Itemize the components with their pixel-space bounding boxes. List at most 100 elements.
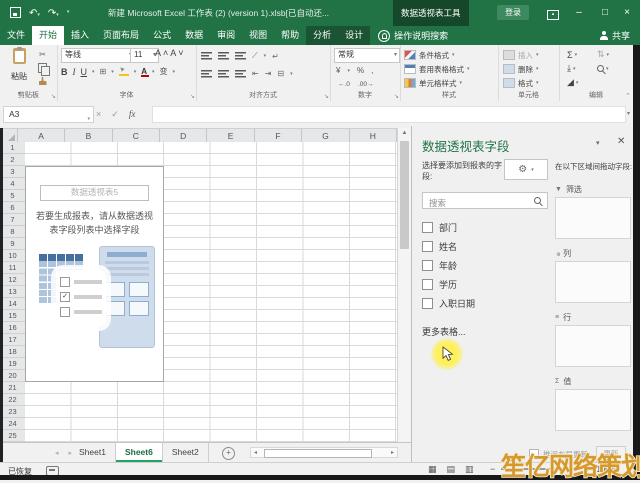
- scroll-up-icon[interactable]: ▲: [398, 128, 411, 139]
- field-checkbox[interactable]: [422, 241, 433, 252]
- expand-formula-bar-icon[interactable]: ▾: [627, 110, 630, 117]
- field-item-2[interactable]: 年龄: [422, 256, 475, 275]
- percent-style-icon[interactable]: %: [357, 66, 364, 75]
- alignment-dialog-launcher-icon[interactable]: ↘: [324, 93, 329, 100]
- column-header-B[interactable]: B: [65, 129, 112, 143]
- ribbon-display-options-button[interactable]: ▴: [540, 0, 566, 26]
- ribbon-tab-file[interactable]: 文件: [0, 26, 32, 45]
- row-header-23[interactable]: 23: [0, 406, 25, 418]
- row-header-15[interactable]: 15: [0, 310, 25, 322]
- column-header-C[interactable]: C: [113, 129, 160, 143]
- paste-button[interactable]: 粘贴 ▾: [5, 48, 33, 90]
- tools-gear-button[interactable]: ⚙▾: [504, 159, 548, 180]
- sign-in-button[interactable]: 登录: [497, 5, 529, 20]
- row-header-12[interactable]: 12: [0, 274, 25, 286]
- column-header-A[interactable]: A: [18, 129, 65, 143]
- number-format-select[interactable]: 常规▾: [334, 48, 400, 63]
- horizontal-scroll-thumb[interactable]: [264, 449, 372, 458]
- ribbon-tab-data[interactable]: 数据: [178, 26, 210, 45]
- vertical-scroll-thumb[interactable]: [400, 141, 409, 249]
- bold-button[interactable]: B: [61, 67, 68, 77]
- increase-indent-icon[interactable]: ⇥: [265, 69, 272, 78]
- ribbon-tab-home[interactable]: 开始: [32, 26, 64, 45]
- close-button[interactable]: ×: [614, 0, 640, 26]
- row-header-16[interactable]: 16: [0, 322, 25, 334]
- fill-color-icon[interactable]: [119, 67, 129, 76]
- field-item-1[interactable]: 姓名: [422, 237, 475, 256]
- font-color-icon[interactable]: A: [141, 67, 147, 76]
- customize-qat-icon[interactable]: ▾: [67, 9, 70, 15]
- cut-icon[interactable]: ✂: [39, 51, 46, 59]
- sheet-tab-sheet2[interactable]: Sheet2: [163, 443, 209, 462]
- row-header-13[interactable]: 13: [0, 286, 25, 298]
- tell-me-search[interactable]: 操作说明搜索: [370, 26, 456, 45]
- field-search-input[interactable]: [427, 196, 531, 211]
- row-header-6[interactable]: 6: [0, 202, 25, 214]
- style-button-1[interactable]: 套用表格格式▾: [404, 62, 470, 76]
- name-box[interactable]: A3▾: [3, 106, 94, 123]
- ribbon-tab-page-layout[interactable]: 页面布局: [96, 26, 146, 45]
- scroll-left-icon[interactable]: ◂: [254, 449, 257, 457]
- row-header-21[interactable]: 21: [0, 382, 25, 394]
- new-sheet-button[interactable]: +: [222, 447, 235, 460]
- sort-filter-icon[interactable]: ⇅▾: [597, 49, 627, 60]
- zoom-out-icon[interactable]: −: [490, 464, 495, 474]
- pane-options-icon[interactable]: ▾: [596, 139, 600, 147]
- find-select-icon[interactable]: ▾: [597, 63, 627, 74]
- row-header-10[interactable]: 10: [0, 250, 25, 262]
- ribbon-tab-view[interactable]: 视图: [242, 26, 274, 45]
- clear-icon[interactable]: ◢▾: [567, 77, 597, 88]
- ribbon-tab-review[interactable]: 审阅: [210, 26, 242, 45]
- column-header-G[interactable]: G: [302, 129, 349, 143]
- accounting-format-icon[interactable]: ¥: [336, 66, 340, 75]
- field-checkbox[interactable]: [422, 279, 433, 290]
- borders-icon[interactable]: ⊞: [100, 67, 107, 76]
- column-header-F[interactable]: F: [255, 129, 302, 143]
- decrease-indent-icon[interactable]: ⇤: [252, 69, 259, 78]
- minimize-button[interactable]: –: [566, 0, 592, 26]
- row-header-25[interactable]: 25: [0, 430, 25, 442]
- field-item-4[interactable]: 入职日期: [422, 294, 475, 313]
- grow-shrink-font-icons[interactable]: A˄A˅: [155, 48, 186, 58]
- format-painter-icon[interactable]: [39, 77, 47, 85]
- align-top-icon[interactable]: [201, 52, 212, 60]
- insert-function-icon[interactable]: fx: [129, 106, 136, 122]
- number-dialog-launcher-icon[interactable]: ↘: [394, 93, 399, 100]
- align-bottom-icon[interactable]: [235, 52, 246, 60]
- row-header-20[interactable]: 20: [0, 370, 25, 382]
- font-dialog-launcher-icon[interactable]: ↘: [190, 93, 195, 100]
- merge-center-icon[interactable]: ⊟: [277, 69, 284, 78]
- pivot-placeholder[interactable]: 数据透视表5 若要生成报表，请从数据透视 表字段列表中选择字段 ✓: [25, 166, 164, 382]
- orientation-icon[interactable]: ⟋: [252, 51, 258, 61]
- copy-icon[interactable]: [38, 63, 47, 73]
- ribbon-tab-help[interactable]: 帮助: [274, 26, 306, 45]
- row-header-2[interactable]: 2: [0, 154, 25, 166]
- italic-button[interactable]: I: [73, 67, 76, 77]
- normal-view-icon[interactable]: ▦: [428, 464, 437, 475]
- ribbon-tab-formulas[interactable]: 公式: [146, 26, 178, 45]
- align-center-icon[interactable]: [218, 70, 229, 78]
- style-button-0[interactable]: 条件格式▾: [404, 48, 470, 62]
- ribbon-tab-insert[interactable]: 插入: [64, 26, 96, 45]
- wrap-text-icon[interactable]: ↵: [272, 52, 279, 61]
- increase-decimal-icon[interactable]: ←.0: [338, 81, 350, 88]
- cells-format-button[interactable]: 格式▾: [503, 76, 539, 90]
- font-name-select[interactable]: 等线▾: [61, 48, 135, 63]
- page-break-view-icon[interactable]: ▥: [465, 464, 474, 475]
- row-header-18[interactable]: 18: [0, 346, 25, 358]
- row-header-1[interactable]: 1: [0, 142, 25, 154]
- cancel-icon[interactable]: ×: [96, 106, 101, 122]
- row-header-5[interactable]: 5: [0, 190, 25, 202]
- cells-insert-button[interactable]: 插入▾: [503, 48, 539, 62]
- pane-close-icon[interactable]: ✕: [617, 136, 625, 147]
- page-layout-view-icon[interactable]: ▤: [447, 464, 456, 475]
- sheet-tab-sheet1[interactable]: Sheet1: [70, 443, 116, 462]
- field-checkbox[interactable]: [422, 298, 433, 309]
- row-header-19[interactable]: 19: [0, 358, 25, 370]
- column-header-H[interactable]: H: [350, 129, 397, 143]
- style-button-2[interactable]: 单元格样式▾: [404, 76, 470, 90]
- row-header-7[interactable]: 7: [0, 214, 25, 226]
- ribbon-tab-analyze[interactable]: 分析: [306, 26, 338, 45]
- field-checkbox[interactable]: [422, 222, 433, 233]
- column-header-D[interactable]: D: [160, 129, 207, 143]
